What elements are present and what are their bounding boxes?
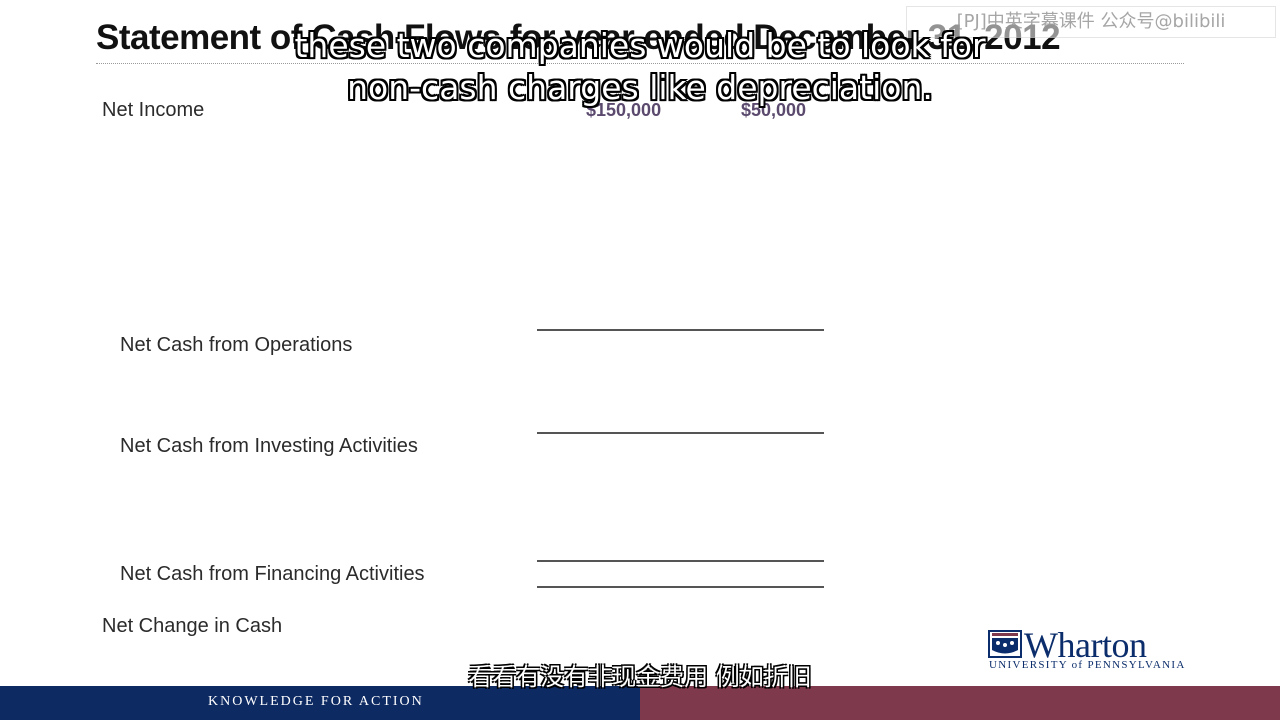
subtitle-english-line-1: these two companies would be to look for [294,26,986,65]
footer-tagline: KNOWLEDGE FOR ACTION [208,694,424,709]
financing-total-line [537,560,824,562]
investing-label: Net Cash from Investing Activities [120,435,418,457]
operations-label: Net Cash from Operations [120,334,353,356]
shield-icon [988,630,1022,658]
lecture-slide: Statement of Cash Flows for year ended D… [0,0,1280,720]
subtitle-english-line-2: non-cash charges like depreciation. [347,68,933,107]
investing-total-line [537,432,824,434]
operations-total-line [537,329,824,331]
subtitle-chinese: 看看有没有非现金费用 例如折旧 [468,663,812,691]
net-change-total-line [537,586,824,588]
net-change-label: Net Change in Cash [102,615,283,637]
financing-label: Net Cash from Financing Activities [120,563,425,585]
